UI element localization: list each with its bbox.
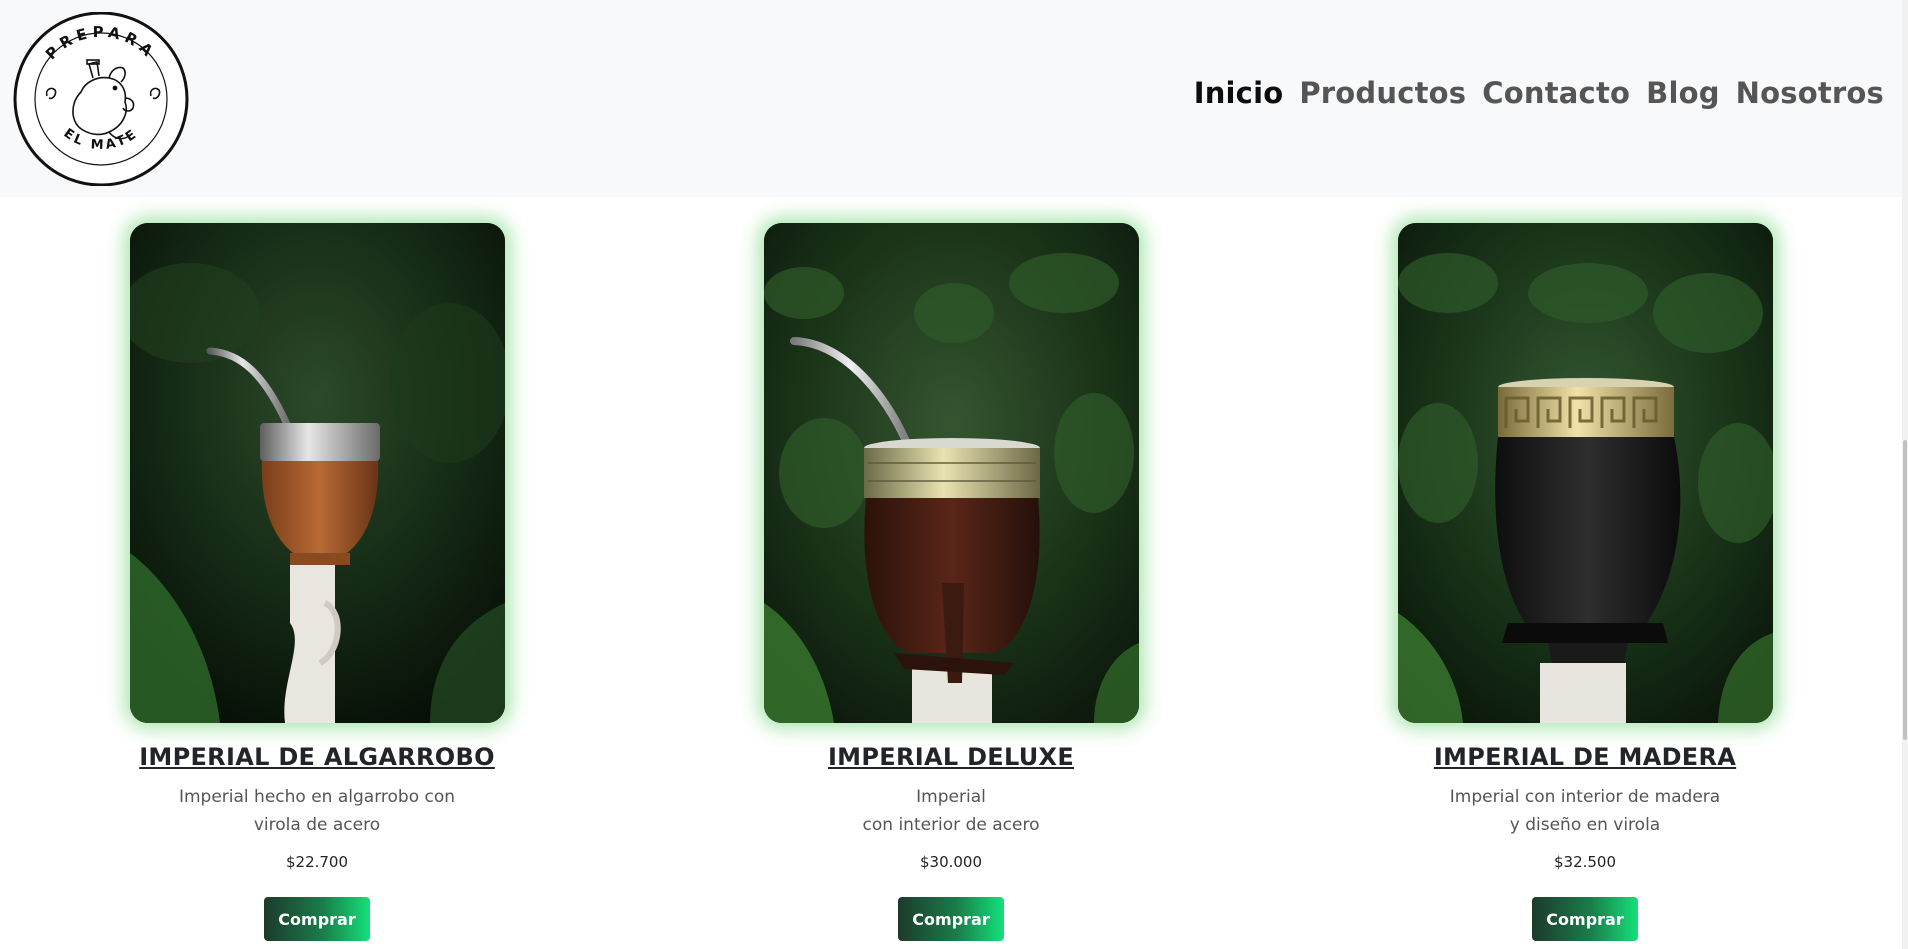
buy-button[interactable]: Comprar — [264, 897, 370, 941]
description-line: Imperial — [916, 787, 986, 807]
mate-deluxe-photo — [763, 223, 1139, 723]
brand-logo[interactable]: PREPARA EL MATE — [11, 12, 191, 186]
product-card: IMPERIAL DE MADERA Imperial con interior… — [1395, 197, 1775, 941]
product-price: $32.500 — [1553, 853, 1617, 871]
product-title[interactable]: IMPERIAL DELUXE — [761, 743, 1141, 771]
scrollbar-thumb[interactable] — [1903, 440, 1907, 740]
main-nav: Inicio Productos Contacto Blog Nosotros — [1194, 76, 1884, 110]
nav-blog[interactable]: Blog — [1646, 76, 1720, 110]
site-header: PREPARA EL MATE Inicio Productos Contact… — [0, 0, 1908, 197]
buy-button[interactable]: Comprar — [1532, 897, 1638, 941]
product-price: $22.700 — [285, 853, 349, 871]
description-line: y diseño en virola — [1509, 815, 1661, 835]
description-line: Imperial con interior de madera — [1449, 787, 1721, 807]
product-image-deluxe[interactable] — [763, 223, 1139, 723]
product-grid: IMPERIAL DE ALGARROBO Imperial hecho en … — [0, 197, 1908, 949]
mate-madera-photo — [1397, 223, 1773, 723]
nav-productos[interactable]: Productos — [1299, 76, 1466, 110]
product-description: Imperial hecho en algarrobo con virola d… — [127, 783, 507, 839]
product-description: Imperial con interior de acero — [761, 783, 1141, 839]
product-card: IMPERIAL DELUXE Imperial con interior de… — [761, 197, 1141, 941]
product-image-algarrobo[interactable] — [129, 223, 505, 723]
product-image-madera[interactable] — [1397, 223, 1773, 723]
product-title[interactable]: IMPERIAL DE MADERA — [1395, 743, 1775, 771]
product-description: Imperial con interior de madera y diseño… — [1395, 783, 1775, 839]
logo-emblem: PREPARA EL MATE — [13, 12, 189, 186]
description-line: Imperial hecho en algarrobo con — [178, 787, 456, 807]
page-scrollbar[interactable] — [1902, 0, 1908, 949]
product-title[interactable]: IMPERIAL DE ALGARROBO — [127, 743, 507, 771]
description-line: con interior de acero — [862, 815, 1040, 835]
product-price: $30.000 — [919, 853, 983, 871]
nav-contacto[interactable]: Contacto — [1482, 76, 1630, 110]
nav-inicio[interactable]: Inicio — [1194, 76, 1284, 110]
buy-button[interactable]: Comprar — [898, 897, 1004, 941]
product-card: IMPERIAL DE ALGARROBO Imperial hecho en … — [127, 197, 507, 941]
description-line: virola de acero — [253, 815, 381, 835]
mate-algarrobo-photo — [129, 223, 505, 723]
nav-nosotros[interactable]: Nosotros — [1736, 76, 1884, 110]
